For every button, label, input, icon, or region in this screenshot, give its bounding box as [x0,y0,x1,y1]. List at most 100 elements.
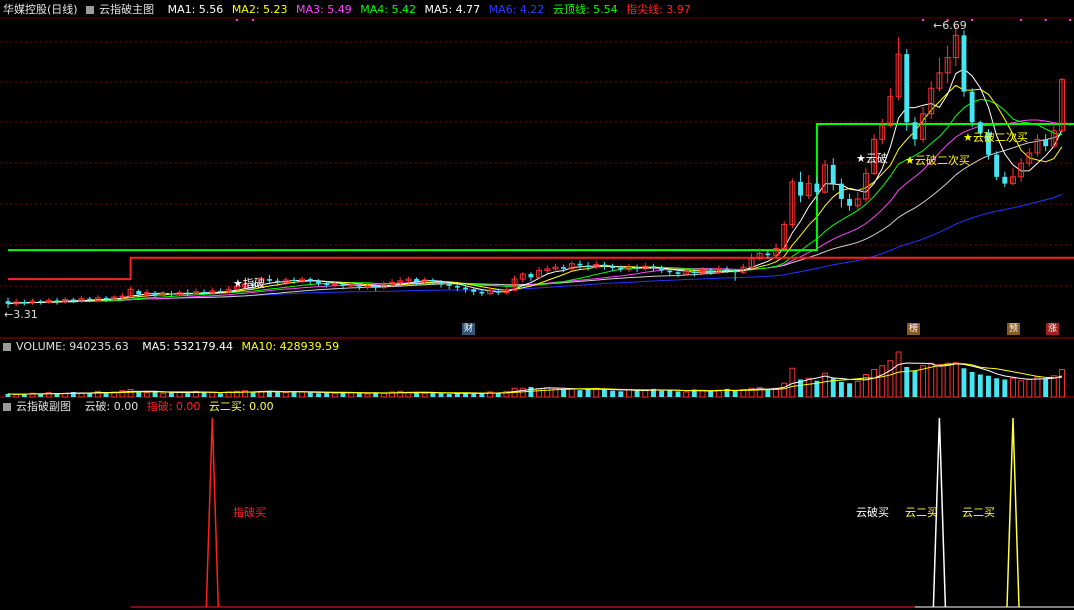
candle-down [471,289,477,292]
candle-down [618,267,624,270]
volume-bar-down [103,393,109,397]
ma5-line [7,133,1063,305]
candle-down [561,267,567,269]
ma3-value: MA3: 5.49 [296,3,352,16]
candle-down [267,279,272,281]
candle-down [38,301,44,303]
cloud-top-line [8,123,1074,252]
volume-bar-down [838,382,844,397]
candle-down [291,279,297,281]
volume-bar-down [986,375,991,397]
main-indicator-name[interactable]: 云指破主图 [86,3,159,16]
indicator-square-icon [3,343,11,351]
limit-up-marker [1069,19,1072,21]
candle-down [651,266,656,268]
candle-down [1002,176,1008,184]
candle-down [912,122,918,140]
candle-down [610,266,616,268]
stock-title[interactable]: 华媒控股(日线) [3,3,78,16]
candle-down [904,54,910,123]
badge-rise[interactable]: 涨 [1046,323,1059,335]
candle-down [724,268,730,271]
volume-bar-down [708,391,714,397]
ma2-line [7,84,1063,305]
volume-bar-down [577,390,583,397]
candle-down [340,284,346,286]
sub-label-yunpo-buy: 云破买 [856,506,889,519]
sub-panel-header: 云指破副图 云破: 0.00 指破: 0.00 云二买: 0.00 [3,399,279,414]
volume-bar-down [1043,378,1049,397]
candle-down [847,198,853,206]
candle-up [119,295,126,298]
volume-panel-header: VOLUME: 940235.63 MA5: 532179.44 MA10: 4… [3,339,344,354]
sub-signal-spike [205,417,220,608]
sub-label-zhipo-buy: 指破买 [233,506,266,519]
volume-bar-up [1026,379,1033,398]
volume-bar-up [1034,376,1041,398]
badge-list[interactable]: 榜 [907,323,920,335]
candle-down [414,279,419,282]
limit-up-marker [235,19,238,21]
ma4-line [7,98,1063,305]
badge-finance[interactable]: 财 [462,323,475,335]
candle-down [463,287,469,290]
candle-down [356,285,362,287]
candle-up [364,285,371,288]
candle-down [324,283,330,286]
volume-ma10: MA10: 428939.59 [241,340,340,353]
volume-bar-up [1010,377,1016,398]
candle-down [168,293,174,295]
limit-up-marker [971,19,974,21]
candle-down [830,164,836,184]
candle-down [5,301,11,304]
volume-bar-up [299,391,306,398]
limit-up-marker [922,19,925,21]
candle-down [798,181,803,196]
signal-yunpo-text: 云破 [865,152,888,165]
candle-down [152,292,158,296]
signal-yunpo: ★云破 [856,153,888,165]
volume-bar-down [912,370,918,397]
candle-down [708,270,714,273]
volume-bar-down [430,392,436,397]
volume-bar-up [127,389,134,398]
volume-bar-down [977,374,983,397]
volume-bar-down [275,392,281,397]
low-price-value: 3.31 [13,308,38,321]
indicator-line [8,256,1074,281]
sub-indicator-name[interactable]: 云指破副图 [3,400,76,413]
ma6-value: MA6: 4.22 [488,3,545,16]
candle-down [201,291,207,293]
indicator-line-value: 指尖线: 3.97 [626,3,691,16]
star-icon: ★ [233,277,243,290]
indicator-square-icon [86,6,95,14]
candle-down [307,279,313,281]
volume-bar-up [13,394,20,398]
volume-value: VOLUME: 940235.63 [16,340,129,353]
volume-bar-down [732,390,738,397]
volume-bar-down [601,389,607,397]
volume-bar-down [168,392,174,397]
badge-forecast[interactable]: 预 [1007,323,1020,335]
candle-down [634,267,640,269]
volume-bar-up [380,392,387,398]
volume-bar-down [961,368,967,397]
volume-indicator-name[interactable]: VOLUME: 940235.63 [3,340,134,353]
volume-bar-up [952,362,959,398]
candle-down [732,270,738,273]
volume-bar-down [152,392,158,397]
volume-bar-up [683,391,690,398]
main-panel-header: 华媒控股(日线) 云指破主图 MA1: 5.56 MA2: 5.23 MA3: … [3,2,696,17]
candle-down [479,291,485,294]
volume-bar-up [1059,369,1065,398]
candle-down [675,272,681,274]
high-price-value: 6.69 [942,19,967,32]
volume-bar-up [282,392,289,398]
candle-down [430,279,436,282]
volume-bar-up [879,365,886,398]
volume-bar-up [209,392,216,398]
star-icon: ★ [856,152,866,165]
candle-down [667,270,673,273]
sub-label-yun-er-buy-1: 云二买 [905,506,938,519]
candle-down [373,285,379,288]
